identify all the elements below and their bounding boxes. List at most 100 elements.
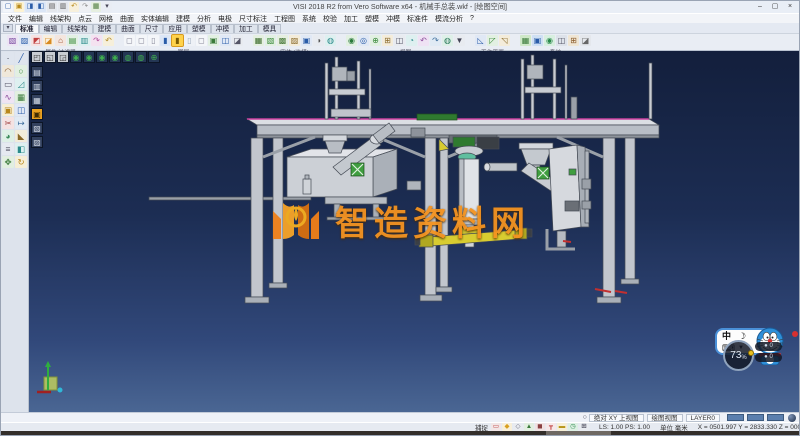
customize-quick-access-icon[interactable]: ▾ (102, 2, 112, 12)
globe-reset-icon[interactable]: ⊕ (148, 51, 160, 63)
display-shaded-icon[interactable]: ▤ (31, 66, 43, 78)
snap-clipboard-icon[interactable]: ▭ (491, 423, 501, 431)
print-icon[interactable]: ▤ (47, 2, 57, 12)
offset-icon[interactable]: ≡ (2, 143, 14, 155)
system-info-icon[interactable]: ◉ (544, 35, 555, 46)
display-active-icon[interactable]: ▣ (31, 108, 43, 120)
rotate-icon[interactable]: ↻ (15, 156, 27, 168)
globe-se-icon[interactable]: ◉ (96, 51, 108, 63)
menu-item[interactable]: 系统 (299, 14, 319, 24)
menu-item[interactable]: ? (467, 15, 477, 22)
layer-blue-icon[interactable]: ▮ (160, 35, 171, 46)
menu-item[interactable]: 标准件 (404, 14, 431, 24)
ribbon-tab[interactable]: 加工 (234, 24, 258, 33)
select-window-icon[interactable]: ▧ (265, 35, 276, 46)
ribbon-tab[interactable]: 编辑 (39, 24, 63, 33)
status-chip[interactable] (767, 414, 784, 421)
surface-icon[interactable]: ▦ (15, 91, 27, 103)
select-filter-icon[interactable]: ◍ (325, 35, 336, 46)
layer-box-icon[interactable]: ▯ (148, 35, 159, 46)
save-icon[interactable]: ◨ (25, 2, 35, 12)
view-zoom-window-icon[interactable]: ⊞ (382, 35, 393, 46)
system-help-icon[interactable]: ◪ (580, 35, 591, 46)
ribbon-tab[interactable]: 应用 (163, 24, 187, 33)
layer-current-icon[interactable]: ▮ (172, 35, 183, 46)
filter-green-icon[interactable]: ▤ (67, 35, 78, 46)
system-display-icon[interactable]: ▣ (532, 35, 543, 46)
fillet-icon[interactable]: ◕ (2, 130, 14, 142)
minimize-button[interactable]: – (753, 2, 767, 12)
save-all-icon[interactable]: ◧ (36, 2, 46, 12)
menu-item[interactable]: 电极 (215, 14, 235, 24)
globe-nw-icon[interactable]: ◉ (83, 51, 95, 63)
layer-new-icon[interactable]: ◻ (196, 35, 207, 46)
filter-home-icon[interactable]: ⌂ (55, 35, 66, 46)
menu-item[interactable]: 网格 (96, 14, 116, 24)
layer-toggle-icon[interactable]: ◻ (124, 35, 135, 46)
curve-icon[interactable]: ∿ (2, 91, 14, 103)
open-folder-icon[interactable]: ▣ (14, 2, 24, 12)
close-button[interactable]: × (783, 2, 797, 12)
snap-crosshair-icon[interactable]: ⊞ (579, 423, 589, 431)
status-chip[interactable] (727, 414, 744, 421)
system-window-icon[interactable]: ◫ (556, 35, 567, 46)
layer-view-icon[interactable]: ◻ (136, 35, 147, 46)
layer-light-icon[interactable]: ▯ (184, 35, 195, 46)
filter-teal-icon[interactable]: ▥ (79, 35, 90, 46)
toolbar-dropdown-icon[interactable]: ▾ (3, 24, 13, 32)
filter-red-icon[interactable]: ◩ (31, 35, 42, 46)
snap-tee-icon[interactable]: ┳ (546, 423, 556, 431)
snap-film-icon[interactable]: ▬ (557, 423, 567, 431)
ribbon-tab[interactable]: 冲模 (211, 24, 235, 33)
snap-point-icon[interactable]: ◆ (502, 423, 512, 431)
view-dynamic-icon[interactable]: ◍ (442, 35, 453, 46)
menu-item[interactable]: 文件 (5, 14, 25, 24)
polyline-icon[interactable]: ◿ (15, 78, 27, 90)
system-settings-icon[interactable]: ▦ (520, 35, 531, 46)
line-icon[interactable]: ╱ (15, 52, 27, 64)
circle-icon[interactable]: ○ (15, 65, 27, 77)
ribbon-tab[interactable]: 标准 (15, 24, 39, 33)
ribbon-tab[interactable]: 模具 (258, 24, 282, 33)
menu-item[interactable]: 工程图 (271, 14, 298, 24)
new-document-icon[interactable]: ▢ (3, 2, 13, 12)
view-refresh-icon[interactable]: ↷ (430, 35, 441, 46)
3d-viewport[interactable]: ◰◱◲◉◉◉◉◍◍⊕ ▤▥▦▣▧▨ 智造资料网 (29, 51, 799, 412)
preview-icon[interactable]: ▥ (58, 2, 68, 12)
attribute-layer-icon[interactable]: ▨ (19, 35, 30, 46)
menu-item[interactable]: 模流分析 (432, 14, 466, 24)
globe-bottom-icon[interactable]: ◍ (135, 51, 147, 63)
point-icon[interactable]: · (2, 52, 14, 64)
workplane-new-icon[interactable]: ◸ (487, 35, 498, 46)
view-pan-icon[interactable]: ◫ (394, 35, 405, 46)
layer-manager-icon[interactable]: ▣ (208, 35, 219, 46)
magnifier-icon[interactable]: ○ (583, 414, 587, 421)
workplane-align-icon[interactable]: ◹ (499, 35, 510, 46)
select-face-icon[interactable]: ▨ (289, 35, 300, 46)
snap-vehicle-icon[interactable]: ◼ (535, 423, 545, 431)
layer-move-icon[interactable]: ◪ (232, 35, 243, 46)
display-ghost-icon[interactable]: ▧ (31, 122, 43, 134)
ribbon-tab[interactable]: 曲面 (116, 24, 140, 33)
snap-clock-icon[interactable]: ◷ (568, 423, 578, 431)
menu-item[interactable]: 加工 (341, 14, 361, 24)
snap-person-icon[interactable]: ▲ (524, 423, 534, 431)
globe-ne-icon[interactable]: ◉ (70, 51, 82, 63)
iso-view-icon[interactable]: ◰ (31, 51, 43, 63)
select-invert-icon[interactable]: ◑ (313, 35, 324, 46)
workplane-view-field[interactable]: 绝对 XY 上视图 (589, 414, 644, 422)
move-icon[interactable]: ✥ (2, 156, 14, 168)
filter-orange-icon[interactable]: ◪ (43, 35, 54, 46)
front-view-icon[interactable]: ◲ (57, 51, 69, 63)
stamp-icon[interactable]: ▦ (91, 2, 101, 12)
view-shaded-icon[interactable]: ◉ (346, 35, 357, 46)
view-shadow-icon[interactable]: ▼ (454, 35, 465, 46)
menu-item[interactable]: 点云 (75, 14, 95, 24)
status-chip[interactable] (747, 414, 764, 421)
ribbon-tab[interactable]: 尺寸 (140, 24, 164, 33)
view-previous-icon[interactable]: ↶ (418, 35, 429, 46)
menu-item[interactable]: 线架构 (47, 14, 74, 24)
solid-cylinder-icon[interactable]: ◫ (15, 104, 27, 116)
maximize-button[interactable]: ▢ (768, 2, 782, 12)
sphere-icon[interactable] (788, 414, 796, 422)
